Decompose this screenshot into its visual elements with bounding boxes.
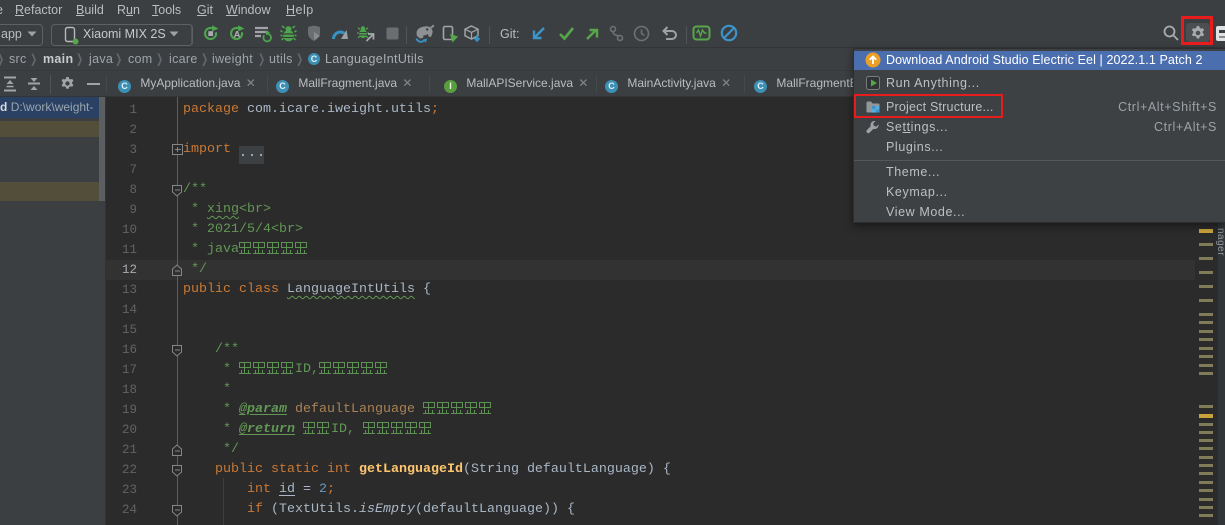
- svg-text:A: A: [234, 30, 241, 41]
